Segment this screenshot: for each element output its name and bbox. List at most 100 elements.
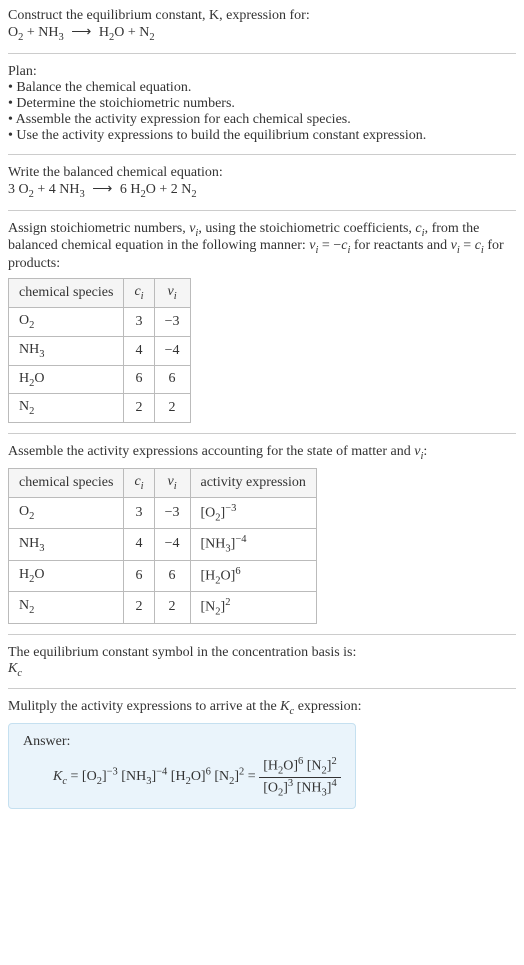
cell-v: 2 xyxy=(154,394,190,423)
eq-nh3: + NH xyxy=(23,25,58,40)
table-row: O2 3 −3 xyxy=(9,307,191,336)
th-species: chemical species xyxy=(9,468,124,497)
sp-s: 2 xyxy=(29,511,34,522)
eq-o2: O xyxy=(8,25,18,40)
cell-c: 4 xyxy=(124,336,154,365)
ans-t2e: −4 xyxy=(156,767,167,778)
num2e: 2 xyxy=(331,756,336,767)
th-nui: νi xyxy=(154,279,190,308)
symbol-line1: The equilibrium constant symbol in the c… xyxy=(8,645,516,661)
eq-n2: O + N xyxy=(114,25,149,40)
plan-bullet-2: • Determine the stoichiometric numbers. xyxy=(8,96,516,112)
sp-s: 2 xyxy=(29,605,34,616)
assign-text-a: Assign stoichiometric numbers, xyxy=(8,221,189,236)
eq-n2-sub: 2 xyxy=(149,32,154,43)
cell-species: H2O xyxy=(9,560,124,591)
ae-b: [N xyxy=(201,600,216,615)
divider xyxy=(8,634,516,635)
table-header-row: chemical species ci νi activity expressi… xyxy=(9,468,317,497)
num2: [N xyxy=(303,759,321,774)
sp-b: O xyxy=(34,567,44,582)
cell-c: 6 xyxy=(124,365,154,394)
ans-t1: [O xyxy=(82,769,97,784)
arrow-icon: ⟶ xyxy=(67,25,95,40)
answer-label: Answer: xyxy=(23,734,341,750)
sp-s: 3 xyxy=(39,542,44,553)
ans-k: K xyxy=(53,769,62,784)
th-nui: νi xyxy=(154,468,190,497)
symbol-kc: Kc xyxy=(8,661,516,679)
sp-a: N xyxy=(19,399,29,414)
num1: [H xyxy=(263,759,278,774)
rel1-eq: = − xyxy=(318,238,341,253)
den2e: 4 xyxy=(331,778,336,789)
cell-v: −4 xyxy=(154,529,190,560)
ae-e: 6 xyxy=(235,566,240,577)
th-nu-sub: i xyxy=(174,481,177,492)
ae-b: [NH xyxy=(201,537,226,552)
sp-a: O xyxy=(19,313,29,328)
bal-4nh3: + 4 NH xyxy=(34,182,80,197)
cell-v: −3 xyxy=(154,307,190,336)
ans-numerator: [H2O]6 [N2]2 xyxy=(259,756,341,777)
th-ci: ci xyxy=(124,468,154,497)
table-row: N2 2 2 [N2]2 xyxy=(9,592,317,623)
cell-v: 6 xyxy=(154,560,190,591)
sp-a: NH xyxy=(19,536,39,551)
cell-species: NH3 xyxy=(9,529,124,560)
cell-c: 3 xyxy=(124,497,154,528)
ans-fraction: [H2O]6 [N2]2[O2]3 [NH3]4 xyxy=(259,756,341,798)
table-row: H2O 6 6 [H2O]6 xyxy=(9,560,317,591)
plan-bullet-1: • Balance the chemical equation. xyxy=(8,80,516,96)
th-activity: activity expression xyxy=(190,468,316,497)
assign-text-d: for reactants and xyxy=(350,238,450,253)
ae-c: O] xyxy=(221,568,236,583)
ae-b: [H xyxy=(201,568,216,583)
sp-s: 2 xyxy=(29,320,34,331)
cell-activity: [N2]2 xyxy=(190,592,316,623)
bal-2n2: O + 2 N xyxy=(146,182,192,197)
assemble-text-b: : xyxy=(423,444,427,459)
sp-a: H xyxy=(19,371,29,386)
table-row: H2O 6 6 xyxy=(9,365,191,394)
ans-t3: [H xyxy=(167,769,185,784)
bal-4nh3-sub: 3 xyxy=(80,189,85,200)
divider xyxy=(8,210,516,211)
multiply-block: Mulitply the activity expressions to arr… xyxy=(8,699,516,809)
ans-eq: = xyxy=(67,769,82,784)
divider xyxy=(8,53,516,54)
arrow-icon: ⟶ xyxy=(88,182,116,197)
table-row: NH3 4 −4 xyxy=(9,336,191,365)
sp-s: 3 xyxy=(39,349,44,360)
th-nu-sub: i xyxy=(174,291,177,302)
table-row: O2 3 −3 [O2]−3 xyxy=(9,497,317,528)
intro-equation: O2 + NH3 ⟶ H2O + N2 xyxy=(8,24,516,43)
plan-bullet-4: • Use the activity expressions to build … xyxy=(8,128,516,144)
th-c-sub: i xyxy=(141,481,144,492)
bal-6h2o: 6 H xyxy=(120,182,141,197)
sp-a: H xyxy=(19,567,29,582)
assemble-block: Assemble the activity expressions accoun… xyxy=(8,444,516,623)
cell-activity: [H2O]6 xyxy=(190,560,316,591)
intro-line1: Construct the equilibrium constant, K, e… xyxy=(8,8,516,24)
den2: [NH xyxy=(293,780,321,795)
cell-species: H2O xyxy=(9,365,124,394)
cell-c: 6 xyxy=(124,560,154,591)
multiply-text-b: expression: xyxy=(294,699,361,714)
cell-activity: [O2]−3 xyxy=(190,497,316,528)
den1: [O xyxy=(263,780,278,795)
ans-eq2: = xyxy=(244,769,259,784)
stoich-table: chemical species ci νi O2 3 −3 NH3 4 −4 … xyxy=(8,278,191,423)
ans-denominator: [O2]3 [NH3]4 xyxy=(259,778,341,798)
divider xyxy=(8,433,516,434)
ans-t4: [N xyxy=(211,769,229,784)
ans-t3c: O] xyxy=(191,769,206,784)
rel2-eq: = xyxy=(460,238,475,253)
table-row: N2 2 2 xyxy=(9,394,191,423)
activity-table: chemical species ci νi activity expressi… xyxy=(8,468,317,624)
eq-nh3-sub: 3 xyxy=(59,32,64,43)
num1c: O] xyxy=(283,759,298,774)
multiply-k: K xyxy=(280,699,289,714)
th-ci: ci xyxy=(124,279,154,308)
sp-a: NH xyxy=(19,342,39,357)
